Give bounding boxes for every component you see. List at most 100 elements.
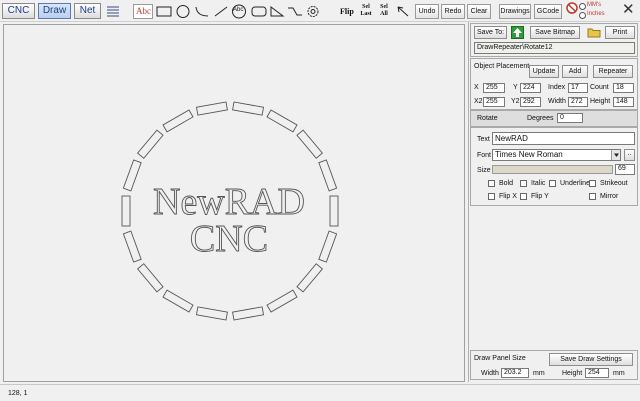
repeater-rect[interactable] (136, 129, 164, 159)
repeater-rect[interactable] (122, 230, 142, 263)
flip-x-label: Flip X (499, 193, 517, 200)
flip-y-checkbox[interactable] (520, 193, 527, 200)
size-field[interactable]: 69 (615, 164, 635, 175)
menu-icon[interactable] (104, 4, 122, 19)
undo-button[interactable]: Undo (415, 4, 439, 19)
upload-icon[interactable] (511, 26, 524, 39)
folder-icon[interactable] (587, 26, 601, 38)
repeater-rect[interactable] (195, 306, 228, 321)
dp-width-field[interactable]: 203.2 (501, 368, 529, 378)
repeater-rect[interactable] (232, 306, 265, 321)
index-field[interactable]: 17 (568, 83, 588, 93)
bold-label: Bold (499, 180, 514, 187)
dp-height-unit: mm (613, 370, 625, 377)
unit-inches-label: Inches (587, 11, 605, 17)
save-bitmap-button[interactable]: Save Bitmap (530, 26, 580, 39)
rounded-rect-tool-icon[interactable] (250, 4, 268, 19)
mirror-checkbox[interactable] (589, 193, 596, 200)
draw-panel-size-title: Draw Panel Size (474, 355, 526, 362)
degrees-field[interactable]: 0 (557, 113, 583, 123)
pointer-arrow-icon[interactable] (394, 4, 412, 19)
repeater-rect[interactable] (195, 101, 228, 116)
count-field[interactable]: 18 (613, 83, 634, 93)
italic-checkbox[interactable] (520, 180, 527, 187)
count-label: Count (590, 84, 609, 91)
strikeout-label: Strikeout (600, 180, 628, 187)
repeater-rect[interactable] (296, 129, 324, 159)
arc-tool-icon[interactable] (193, 4, 211, 19)
bold-checkbox[interactable] (488, 180, 495, 187)
text-field[interactable]: NewRAD (492, 132, 635, 145)
select-last-top: Sel (362, 4, 370, 10)
select-last-button[interactable]: Sel Last (359, 4, 373, 18)
repeater-rect[interactable] (296, 263, 324, 293)
x2-label: X2 (474, 98, 483, 105)
strikeout-checkbox[interactable] (589, 180, 596, 187)
drawing-canvas[interactable]: NewRAD CNC (3, 24, 465, 382)
triangle-tool-icon[interactable] (268, 4, 286, 19)
update-button[interactable]: Update (529, 65, 559, 78)
line-tool-icon[interactable] (212, 4, 230, 19)
save-draw-settings-button[interactable]: Save Draw Settings (549, 353, 633, 366)
size-slider[interactable] (492, 165, 613, 174)
units-icon (566, 2, 578, 14)
repeater-rect[interactable] (121, 195, 131, 227)
index-label: Index (548, 84, 566, 91)
tab-net[interactable]: Net (74, 3, 101, 19)
unit-inches-radio[interactable] (579, 12, 586, 19)
select-all-top: Sel (380, 4, 388, 10)
repeater-button[interactable]: Repeater (593, 65, 633, 78)
circle-tool-icon[interactable] (174, 4, 192, 19)
repeater-rect[interactable] (162, 289, 194, 313)
chevron-down-icon (611, 150, 620, 160)
object-placement-group: Object Placement Update Add Repeater X 2… (470, 58, 638, 110)
x-field[interactable]: 255 (483, 83, 505, 93)
text-properties-group: Text NewRAD Font Times New Roman .. Size… (470, 127, 638, 206)
repeater-rect[interactable] (136, 263, 164, 293)
repeater-rect[interactable] (122, 159, 142, 192)
x2-field[interactable]: 255 (483, 97, 505, 107)
tab-draw[interactable]: Draw (38, 3, 71, 19)
add-button[interactable]: Add (562, 65, 588, 78)
draw-panel-size-group: Draw Panel Size Save Draw Settings Width… (470, 350, 638, 380)
circle-text-tool-label: Abc (233, 7, 244, 13)
tab-cnc[interactable]: CNC (2, 3, 35, 19)
repeater-rect[interactable] (162, 109, 194, 133)
font-select[interactable]: Times New Roman (492, 149, 621, 161)
drawings-button[interactable]: Drawings (499, 4, 531, 19)
font-more-button[interactable]: .. (624, 149, 635, 161)
clear-button[interactable]: Clear (467, 4, 491, 19)
repeater-rect[interactable] (232, 101, 265, 116)
status-bar: 128, 1 (0, 384, 640, 401)
underline-checkbox[interactable] (549, 180, 556, 187)
flip-button[interactable]: Flip (340, 7, 354, 16)
y-field[interactable]: 224 (520, 83, 541, 93)
main-toolbar: CNC Draw Net Abc Abc Flip Sel Last Sel A… (0, 0, 640, 22)
repeater-rect[interactable] (318, 230, 338, 263)
gcode-button[interactable]: GCode (534, 4, 562, 19)
repeater-rect[interactable] (329, 195, 339, 227)
y2-field[interactable]: 292 (520, 97, 541, 107)
repeater-rect[interactable] (266, 109, 298, 133)
height-field[interactable]: 148 (613, 97, 634, 107)
gear-tool-icon[interactable] (304, 4, 322, 19)
degrees-label: Degrees (527, 115, 554, 122)
circle-text-tool-icon[interactable]: Abc (229, 4, 249, 19)
rectangle-tool-icon[interactable] (155, 4, 173, 19)
close-icon[interactable]: ✕ (622, 1, 635, 19)
unit-mms-radio[interactable] (579, 3, 586, 10)
select-all-button[interactable]: Sel All (377, 4, 391, 18)
repeater-rect[interactable] (318, 159, 338, 192)
polyline-tool-icon[interactable] (286, 4, 304, 19)
drawing-path-field[interactable]: DrawRepeater\Rotate12 (474, 42, 635, 54)
x-label: X (474, 84, 479, 91)
save-to-button[interactable]: Save To: (474, 26, 507, 39)
print-button[interactable]: Print (605, 26, 635, 39)
dp-height-field[interactable]: 254 (585, 368, 609, 378)
flip-x-checkbox[interactable] (488, 193, 495, 200)
repeater-rect[interactable] (266, 289, 298, 313)
redo-button[interactable]: Redo (441, 4, 465, 19)
rotate-group: Rotate Degrees 0 (470, 110, 638, 127)
text-tool-icon[interactable]: Abc (133, 4, 153, 19)
width-field[interactable]: 272 (568, 97, 588, 107)
